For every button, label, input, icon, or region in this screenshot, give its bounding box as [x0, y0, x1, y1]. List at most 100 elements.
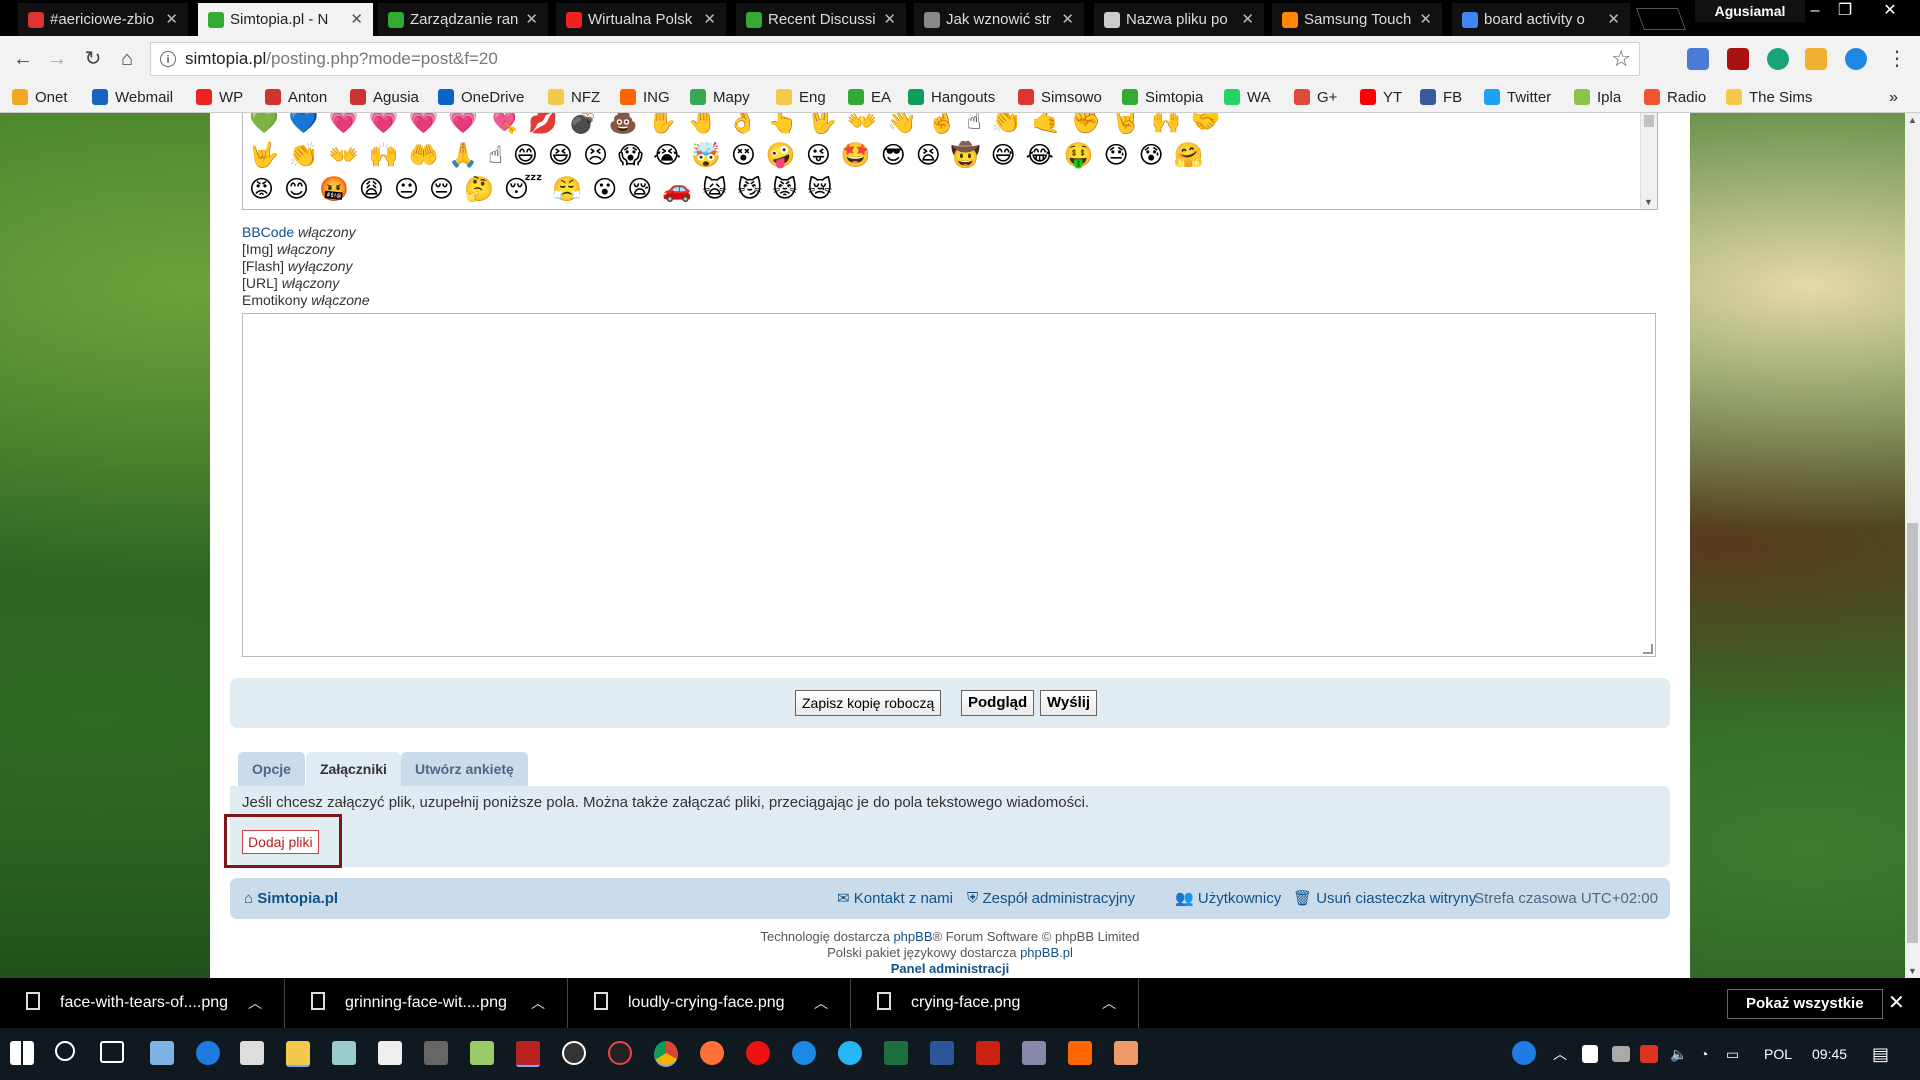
- reload-icon[interactable]: ↻: [80, 46, 106, 72]
- chrome-icon[interactable]: [654, 1041, 678, 1067]
- wifi-icon[interactable]: ◔: [1700, 1028, 1708, 1080]
- close-tab-icon[interactable]: ✕: [350, 3, 363, 36]
- bookmark[interactable]: WP: [196, 83, 243, 112]
- new-tab-button[interactable]: [1635, 8, 1687, 30]
- close-window-icon[interactable]: ✕: [1875, 0, 1905, 22]
- download-item[interactable]: face-with-tears-of....png ︿: [0, 978, 285, 1028]
- close-downloads-icon[interactable]: ✕: [1888, 990, 1905, 1015]
- app-icon[interactable]: [1022, 1041, 1046, 1065]
- chevron-up-icon[interactable]: ︿: [1102, 978, 1116, 1028]
- forward-icon[interactable]: →: [44, 46, 70, 72]
- notepad-icon[interactable]: [470, 1041, 494, 1065]
- search-icon[interactable]: [55, 1041, 75, 1061]
- admin-panel-link[interactable]: Panel administracji: [891, 961, 1010, 976]
- browser-tab[interactable]: Nazwa pliku po ✕: [1094, 3, 1264, 36]
- bookmark[interactable]: Radio: [1644, 83, 1706, 112]
- close-tab-icon[interactable]: ✕: [165, 3, 178, 36]
- app-icon[interactable]: [150, 1041, 174, 1065]
- bookmark[interactable]: OneDrive: [438, 83, 524, 112]
- url-text[interactable]: simtopia.pl/posting.php?mode=post&f=20: [185, 43, 498, 75]
- close-tab-icon[interactable]: ✕: [703, 3, 716, 36]
- smilies-scrollbar[interactable]: ▼: [1640, 113, 1657, 209]
- restore-icon[interactable]: ❐: [1830, 0, 1860, 22]
- bookmark[interactable]: YT: [1360, 83, 1402, 112]
- phpbb-pl-link[interactable]: phpBB.pl: [1020, 945, 1073, 960]
- scroll-down-icon[interactable]: ▼: [1908, 966, 1917, 976]
- submit-button[interactable]: Wyślij: [1040, 690, 1098, 716]
- internet-explorer-icon[interactable]: [838, 1041, 862, 1065]
- close-tab-icon[interactable]: ✕: [883, 3, 896, 36]
- antivirus-icon[interactable]: [1640, 1045, 1658, 1063]
- page-scrollbar[interactable]: ▲ ▼: [1905, 113, 1920, 978]
- ublock-extension-icon[interactable]: [1727, 48, 1749, 70]
- filezilla-icon[interactable]: [516, 1041, 540, 1067]
- download-item[interactable]: grinning-face-wit....png ︿: [285, 978, 568, 1028]
- scroll-up-icon[interactable]: ▲: [1908, 115, 1917, 125]
- help-icon[interactable]: [1512, 1041, 1536, 1065]
- browser-tab[interactable]: Zarządzanie ran ✕: [378, 3, 548, 36]
- language-indicator[interactable]: POL: [1764, 1028, 1792, 1080]
- chevron-up-icon[interactable]: ︿: [1553, 1028, 1567, 1080]
- app-icon[interactable]: [332, 1041, 356, 1065]
- bookmark[interactable]: Simtopia: [1122, 83, 1203, 112]
- bookmark[interactable]: FB: [1420, 83, 1462, 112]
- show-all-downloads-button[interactable]: Pokaż wszystkie: [1727, 989, 1883, 1019]
- smilies-scroll-thumb[interactable]: [1644, 115, 1654, 127]
- acrobat-icon[interactable]: [976, 1041, 1000, 1065]
- team-link[interactable]: ⛨ Zespół administracyjny: [967, 878, 1135, 919]
- address-bar[interactable]: i simtopia.pl/posting.php?mode=post&f=20…: [150, 42, 1640, 76]
- file-explorer-icon[interactable]: [286, 1041, 310, 1067]
- bookmark[interactable]: WA: [1224, 83, 1271, 112]
- clock[interactable]: 09:45: [1812, 1028, 1847, 1080]
- volume-icon[interactable]: 🔈: [1670, 1028, 1687, 1080]
- bookmarks-overflow-button[interactable]: »: [1889, 83, 1898, 112]
- browser-tab[interactable]: #aericiowe-zbio ✕: [18, 3, 188, 36]
- app-tray-icon[interactable]: [1612, 1046, 1630, 1062]
- opera-icon[interactable]: [746, 1041, 770, 1065]
- contact-link[interactable]: ✉ Kontakt z nami: [837, 878, 953, 919]
- firefox-icon[interactable]: [700, 1041, 724, 1065]
- save-draft-button[interactable]: Zapisz kopię roboczą: [795, 690, 942, 716]
- smiley-row[interactable]: 🤟👏👐🙌🤲🙏☝😄😆😣😱😭🤯😵🤪😜🤩😎😫🤠😅😂🤑😓😰🤗: [249, 141, 1214, 171]
- bookmark[interactable]: G+: [1294, 83, 1337, 112]
- back-icon[interactable]: ←: [10, 46, 36, 72]
- home-icon[interactable]: ⌂: [114, 46, 140, 72]
- message-textarea[interactable]: [242, 313, 1656, 657]
- app-icon[interactable]: [1114, 1041, 1138, 1065]
- notifications-icon[interactable]: ▤: [1872, 1028, 1889, 1080]
- task-view-icon[interactable]: [100, 1041, 124, 1063]
- tab-attachments[interactable]: Załączniki: [306, 752, 401, 786]
- delete-cookies-link[interactable]: 🗑 Usuń ciasteczka witryny: [1293, 878, 1476, 919]
- bookmark[interactable]: Anton: [265, 83, 327, 112]
- battery-icon[interactable]: ▭: [1726, 1028, 1739, 1080]
- hp-extension-icon[interactable]: [1845, 48, 1867, 70]
- chevron-up-icon[interactable]: ︿: [248, 978, 262, 1028]
- excel-icon[interactable]: [884, 1041, 908, 1065]
- tab-options[interactable]: Opcje: [238, 752, 305, 786]
- browser-tab[interactable]: Recent Discussi ✕: [736, 3, 906, 36]
- bookmark[interactable]: Eng: [776, 83, 826, 112]
- close-tab-icon[interactable]: ✕: [1419, 3, 1432, 36]
- windows-start-icon[interactable]: [10, 1041, 34, 1065]
- close-tab-icon[interactable]: ✕: [525, 3, 538, 36]
- tab-poll[interactable]: Utwórz ankietę: [401, 752, 528, 786]
- browser-tab[interactable]: board activity o ✕: [1452, 3, 1630, 36]
- browser-tab-active[interactable]: Simtopia.pl - N ✕: [198, 3, 373, 36]
- bookmark[interactable]: Onet: [12, 83, 68, 112]
- bookmark[interactable]: Agusia: [350, 83, 419, 112]
- bookmark[interactable]: EA: [848, 83, 891, 112]
- app-icon[interactable]: [424, 1041, 448, 1065]
- page-scroll-thumb[interactable]: [1907, 523, 1918, 943]
- preview-button[interactable]: Podgląd: [961, 690, 1035, 716]
- members-link[interactable]: 👥 Użytkownicy: [1175, 878, 1281, 919]
- menu-kebab-icon[interactable]: ⋮: [1884, 46, 1910, 72]
- bookmark[interactable]: Ipla: [1574, 83, 1621, 112]
- app-icon[interactable]: [562, 1041, 586, 1065]
- calculator-icon[interactable]: [240, 1041, 264, 1065]
- defender-icon[interactable]: [1582, 1045, 1598, 1063]
- bookmark[interactable]: Mapy: [690, 83, 750, 112]
- bookmark[interactable]: Webmail: [92, 83, 173, 112]
- chevron-up-icon[interactable]: ︿: [531, 978, 545, 1028]
- close-tab-icon[interactable]: ✕: [1241, 3, 1254, 36]
- bookmark[interactable]: Simsowo: [1018, 83, 1102, 112]
